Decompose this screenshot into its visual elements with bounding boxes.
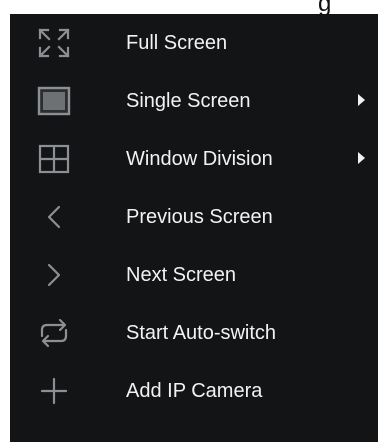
menu-item-start-auto-switch[interactable]: Start Auto-switch [10,304,378,362]
menu-item-full-screen[interactable]: Full Screen [10,14,378,72]
menu-item-label: Next Screen [126,264,237,286]
cut-off-text-fragment: g [318,0,332,14]
background-strip: g [0,0,378,14]
submenu-arrow-icon [358,94,365,106]
chevron-left-icon [34,198,74,236]
full-screen-icon [34,24,74,62]
menu-item-label: Start Auto-switch [126,322,277,344]
single-screen-icon [34,82,74,120]
window-division-icon [34,140,74,178]
menu-item-label: Full Screen [126,32,228,54]
menu-item-label: Single Screen [126,90,251,112]
menu-item-label: Add IP Camera [126,380,263,402]
chevron-right-icon [34,256,74,294]
menu-item-label: Window Division [126,148,273,170]
context-menu: Full Screen Single Screen Window Divisio… [10,14,378,442]
menu-item-single-screen[interactable]: Single Screen [10,72,378,130]
auto-switch-icon [34,314,74,352]
menu-item-add-ip-camera[interactable]: Add IP Camera [10,362,378,420]
submenu-arrow-icon [358,152,365,164]
plus-icon [34,372,74,410]
menu-item-label: Previous Screen [126,206,273,228]
menu-item-previous-screen[interactable]: Previous Screen [10,188,378,246]
menu-item-next-screen[interactable]: Next Screen [10,246,378,304]
menu-item-window-division[interactable]: Window Division [10,130,378,188]
